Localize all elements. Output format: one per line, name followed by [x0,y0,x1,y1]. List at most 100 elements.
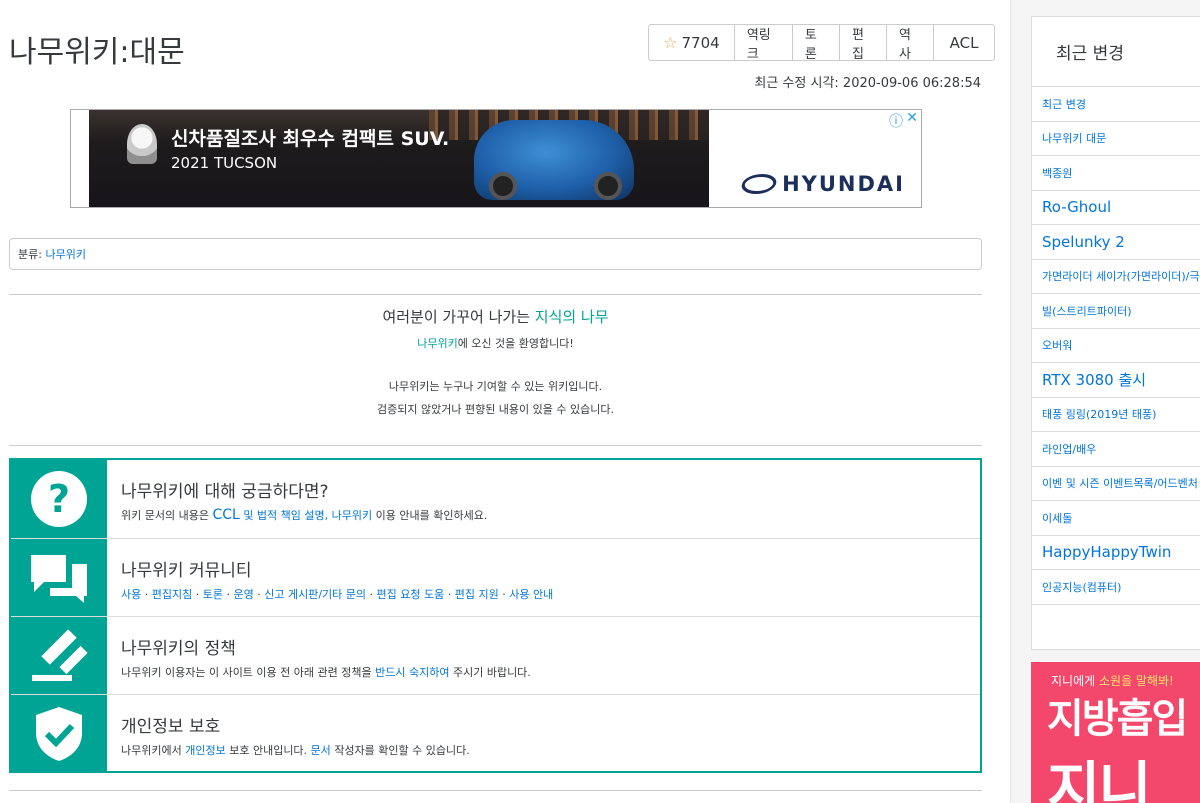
welcome-notice: 여러분이 가꾸어 나가는 지식의 나무 나무위키에 오신 것을 환영합니다! 나… [9,306,982,417]
svg-text:?: ? [48,477,70,521]
recent-change-item[interactable]: RTX 3080 출시 [1032,363,1200,398]
category-box: 분류: 나무위키 [9,238,982,270]
main-content: 나무위키:대문 ☆ 7704 역링크 토론 편집 역사 ACL 최근 수정 시각… [0,0,995,803]
ad-close-icon[interactable]: ✕ [906,110,918,126]
recent-change-item[interactable]: 이벤 및 시즌 이벤트목록/어드벤처 [1032,467,1200,501]
recent-change-item[interactable]: 인공지능(컴퓨터) [1032,570,1200,605]
document-link[interactable]: 문서 [311,744,331,757]
recent-changes-title: 최근 변경 [1032,17,1200,87]
last-modified: 최근 수정 시각: 2020-09-06 06:28:54 [754,72,981,91]
info-desc: 위키 문서의 내용은 CCL 및 법적 책임 설명, 나무위키 이용 안내를 확… [121,507,487,523]
last-modified-label: 최근 수정 시각: [754,76,839,91]
question-icon: ? [11,460,107,538]
notice-line: 검증되지 않았거나 편향된 내용이 있을 수 있습니다. [377,403,614,416]
category-label: 분류: [18,248,42,261]
recent-change-item[interactable]: 라인업/배우 [1032,432,1200,467]
star-icon: ☆ [663,33,678,52]
ad-trophy-icon [127,124,157,164]
community-link[interactable]: 편집 지원 [455,588,499,601]
community-link[interactable]: 사용 안내 [509,588,553,601]
info-row-privacy: 개인정보 보호 나무위키에서 개인정보 보호 안내입니다. 문서 작성자를 확인… [11,694,980,772]
last-modified-value: 2020-09-06 06:28:54 [842,76,981,91]
info-row-about: ? 나무위키에 대해 궁금하다면? 위키 문서의 내용은 CCL 및 법적 책임… [11,460,980,538]
recent-change-item[interactable]: 최근 변경 [1032,87,1200,122]
ccl-link[interactable]: CCL [212,507,239,523]
recent-change-item[interactable]: Spelunky 2 [1032,225,1200,260]
ad-info-icon[interactable]: ⓘ [889,111,903,131]
page-title: 나무위키:대문 [9,35,185,70]
article-toolbar: ☆ 7704 역링크 토론 편집 역사 ACL [648,24,995,62]
acl-button[interactable]: ACL [933,25,994,60]
divider [9,445,982,446]
community-link[interactable]: 사용 [121,588,141,601]
ad-banner[interactable]: 신차품질조사 최우수 컴팩트 SUV. 2021 TUCSON HYUNDAI … [70,109,922,208]
legal-link[interactable]: 및 법적 책임 설명, [243,509,328,522]
ad-model: 2021 TUCSON [171,154,278,172]
ad-car-wheel [489,172,517,200]
history-button[interactable]: 역사 [886,25,933,62]
divider [9,790,982,791]
community-link[interactable]: 편집 요청 도움 [377,588,445,601]
star-button[interactable]: ☆ 7704 [649,25,734,60]
community-link[interactable]: 편집지침 [152,588,192,601]
info-text: 나무위키에서 [121,744,182,757]
info-row-community: 나무위키 커뮤니티 사용 · 편집지침 · 토론 · 운영 · 신고 게시판/기… [11,538,980,616]
info-text: 보호 안내입니다. [229,744,308,757]
ad-photo: 신차품질조사 최우수 컴팩트 SUV. 2021 TUCSON [89,110,709,207]
star-count: 7704 [681,33,720,52]
info-title: 나무위키의 정책 [121,639,236,659]
notice-sub-text: 에 오신 것을 환영합니다! [457,337,574,350]
side-ad-headline: 지방흡입 [1047,696,1188,742]
info-text: 작성자를 확인할 수 있습니다. [334,744,470,757]
sidebar: 최근 변경 최근 변경 나무위키 대문 백종원 Ro-Ghoul Spelunky 2가… [1010,0,1200,803]
notice-heading-text: 여러분이 가꾸어 나가는 [382,308,530,326]
category-link[interactable]: 나무위키 [45,246,85,262]
notice-subheading: 나무위키에 오신 것을 환영합니다! [9,335,982,351]
edit-button[interactable]: 편집 [838,25,886,62]
notice-heading-link[interactable]: 지식의 나무 [535,308,609,326]
ad-car-wheel [594,172,622,200]
hyundai-logo-icon [738,174,780,194]
ad-headline: 신차품질조사 최우수 컴팩트 SUV. [171,128,450,150]
recent-changes-panel: 최근 변경 최근 변경 나무위키 대문 백종원 Ro-Ghoul Spelunky 2가… [1031,16,1200,650]
info-text: 이용 안내를 확인하세요. [375,509,488,522]
sidebar-ad[interactable]: 지니에게 소원을 말해봐! 지방흡입 지니 [1031,662,1200,803]
discussion-button[interactable]: 토론 [791,25,839,62]
recent-change-item[interactable]: 태풍 링링(2019년 태풍) [1032,398,1200,432]
community-links: 사용 · 편집지침 · 토론 · 운영 · 신고 게시판/기타 문의 · 편집 … [121,588,554,601]
community-link[interactable]: 신고 게시판/기타 문의 [264,588,366,601]
info-text: 위키 문서의 내용은 [121,509,209,522]
policy-link[interactable]: 반드시 숙지하여 [375,666,449,679]
namuwiki-link[interactable]: 나무위키 [332,509,372,522]
recent-change-item[interactable]: 빌(스트리트파이터) [1032,294,1200,329]
info-title: 나무위키 커뮤니티 [121,561,252,581]
recent-change-item[interactable]: 나무위키 대문 [1032,122,1200,156]
recent-change-item[interactable]: HappyHappyTwin [1032,536,1200,570]
notice-heading: 여러분이 가꾸어 나가는 지식의 나무 [9,306,982,327]
notice-site-link[interactable]: 나무위키 [417,337,457,350]
recent-change-item[interactable]: 오버워 [1032,329,1200,363]
info-desc: 나무위키에서 개인정보 보호 안내입니다. 문서 작성자를 확인할 수 있습니다… [121,742,470,758]
recent-change-item[interactable]: 이세돌 [1032,501,1200,536]
ad-logo-text: HYUNDAI [782,172,905,196]
info-box: ? 나무위키에 대해 궁금하다면? 위키 문서의 내용은 CCL 및 법적 책임… [9,458,982,773]
shield-icon [11,695,107,772]
recent-change-item[interactable]: Ro-Ghoul [1032,191,1200,225]
recent-change-item[interactable]: 가면라이더 세이가(가면라이더)/극 [1032,260,1200,294]
info-row-policy: 나무위키의 정책 나무위키 이용자는 이 사이트 이용 전 아래 관련 정책을 … [11,616,980,694]
chat-icon [11,539,107,616]
side-ad-brand: 지니 [1047,755,1152,803]
backlinks-button[interactable]: 역링크 [733,25,792,62]
community-link[interactable]: 토론 [203,588,223,601]
divider [9,294,982,295]
recent-change-item[interactable]: 백종원 [1032,156,1200,191]
info-text: 나무위키 이용자는 이 사이트 이용 전 아래 관련 정책을 [121,666,372,679]
community-link[interactable]: 운영 [233,588,253,601]
info-desc: 나무위키 이용자는 이 사이트 이용 전 아래 관련 정책을 반드시 숙지하여 … [121,664,531,680]
info-title: 개인정보 보호 [121,717,221,737]
notice-line: 나무위키는 누구나 기여할 수 있는 위키입니다. [388,380,603,393]
recent-changes-list: 최근 변경 나무위키 대문 백종원 Ro-Ghoul Spelunky 2 가면라이더 세… [1032,87,1200,605]
ad-logo: HYUNDAI [738,172,905,196]
gavel-icon [11,617,107,694]
privacy-link[interactable]: 개인정보 [185,744,225,757]
